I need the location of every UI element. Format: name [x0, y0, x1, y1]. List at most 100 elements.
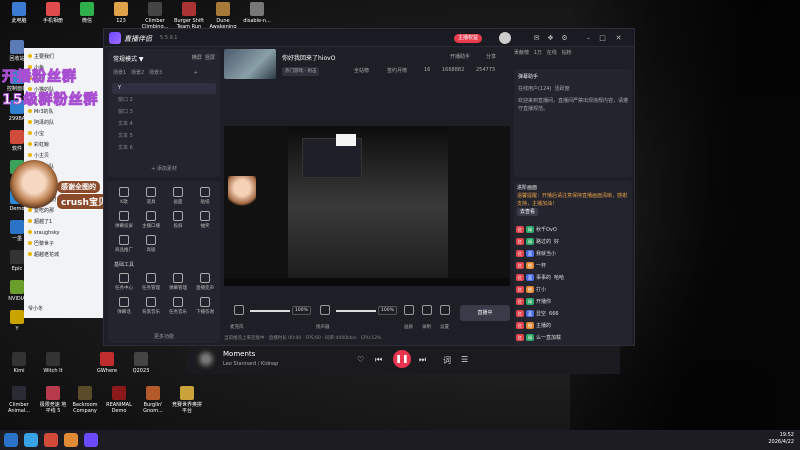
chat-message[interactable]: 红蓝事事的 哈哈	[516, 273, 632, 283]
tab-10k[interactable]: 1万	[534, 50, 542, 56]
like-icon[interactable]: ♡	[357, 355, 364, 364]
group-list-item[interactable]: sraughsky	[28, 228, 104, 238]
group-list-item[interactable]: 小主贝	[28, 151, 104, 161]
chat-username[interactable]: 一杯	[536, 263, 546, 269]
group-list-item[interactable]: 小宝	[28, 129, 104, 139]
desktop-icon[interactable]: Climber Climbing...	[140, 2, 170, 30]
mode-selector[interactable]: 常规模式 ▼	[113, 54, 144, 63]
tool-button[interactable]: 投屏	[166, 211, 190, 229]
prev-icon[interactable]: ⏮	[375, 355, 382, 365]
tool-button[interactable]: 画面	[166, 187, 190, 205]
maximize-icon[interactable]: □	[598, 34, 607, 42]
desktop-icon[interactable]: Climber Animal...	[4, 386, 34, 414]
chat-username[interactable]: 打小	[536, 287, 546, 293]
chat-message[interactable]: 红蓝我就当小	[516, 249, 632, 259]
desktop-icon[interactable]: Kimi	[4, 352, 34, 374]
group-list-item[interactable]: 超越老花城	[28, 250, 104, 260]
tool-button[interactable]: 弹幕投屏	[112, 211, 136, 229]
chat-username[interactable]: 主播的	[536, 323, 551, 329]
chat-message[interactable]: 红绿路过的好	[516, 237, 632, 247]
speaker-icon[interactable]	[320, 305, 330, 315]
close-icon[interactable]: ✕	[614, 34, 623, 42]
browser-icon[interactable]	[24, 433, 38, 447]
settings-small-icon[interactable]	[440, 305, 450, 315]
scene-item[interactable]: 窗口 3	[112, 107, 216, 118]
desktop-icon[interactable]: Dune Awakening	[208, 2, 238, 30]
desktop-icon[interactable]: 手机相册	[38, 2, 68, 24]
add-scene-icon[interactable]: +	[194, 70, 198, 76]
scene-tabs[interactable]: 场景1 场景2 场景3 +	[113, 69, 198, 76]
start-icon[interactable]	[4, 433, 18, 447]
desktop-icon[interactable]: 123	[106, 2, 136, 24]
go-live-button[interactable]: 直播中	[460, 305, 510, 321]
tab-online[interactable]: 在线	[547, 50, 557, 56]
chat-message[interactable]: 红蓝显空 666	[516, 309, 632, 319]
chat-message[interactable]: 红橙一杯	[516, 261, 632, 271]
tool-button[interactable]: 直播变声	[193, 273, 217, 291]
record-icon[interactable]	[422, 305, 432, 315]
group-list-item[interactable]: 主要我们	[28, 52, 104, 62]
chat-username[interactable]: 事事的	[536, 275, 551, 281]
mic-icon[interactable]	[234, 305, 244, 315]
desktop-icon[interactable]: Q2023	[126, 352, 156, 374]
playlist-icon[interactable]: ☰	[461, 355, 468, 364]
desktop-icon[interactable]: REANIMAL Demo	[104, 386, 134, 414]
scene-item[interactable]: 窗口 2	[112, 95, 216, 106]
tool-button[interactable]: 弹幕管理	[166, 273, 190, 291]
tab-scene-2[interactable]: 场景2	[131, 70, 144, 76]
helper-link[interactable]: 开播助手	[450, 53, 470, 60]
desktop-icon[interactable]: GWhere	[92, 352, 122, 374]
stream-preview[interactable]	[224, 126, 510, 286]
scene-item[interactable]: 文本 5	[112, 131, 216, 142]
scene-item[interactable]: Y	[112, 83, 216, 94]
room-title[interactable]: 你好我回来了hiovO	[282, 53, 335, 62]
tool-button[interactable]: 任务音乐	[166, 297, 190, 315]
user-avatar[interactable]	[499, 32, 511, 44]
minimize-icon[interactable]: –	[584, 34, 593, 42]
chat-message[interactable]: 红橙打小	[516, 285, 632, 295]
app-icon-1[interactable]	[44, 433, 58, 447]
app-icon-2[interactable]	[64, 433, 78, 447]
desktop-icon[interactable]: Burglin' Gnom...	[138, 386, 168, 414]
group-list-item[interactable]: 超越了1	[28, 217, 104, 227]
desktop-icon[interactable]: Witch It	[38, 352, 68, 374]
tool-button[interactable]: 弹幕话	[112, 297, 136, 315]
group-list-item[interactable]: 彩虹鲸	[28, 140, 104, 150]
more-functions-button[interactable]: 更多功能	[108, 333, 220, 340]
desktop-icon[interactable]: 微信	[72, 2, 102, 24]
chat-message[interactable]: 红绿开播你	[516, 297, 632, 307]
tab-diamond[interactable]: 钻粉	[562, 50, 572, 56]
scene-item[interactable]: 文本 4	[112, 119, 216, 130]
right-tabs[interactable]: 贡献榜 1万 在线 钻粉	[514, 49, 634, 61]
chat-message[interactable]: 红绿么一直加载	[516, 333, 632, 343]
chat-username[interactable]: 开播你	[536, 299, 551, 305]
goto-button[interactable]: 去查看	[517, 208, 539, 216]
clock[interactable]: 19:52 2026/4/22	[768, 432, 794, 446]
chat-panel[interactable]: 进阶画面 温馨提醒：开播后请注意保持直播画面清晰，感谢支持，主播加油！ 去查看 …	[514, 181, 632, 345]
desktop-icon[interactable]: disable-n...	[242, 2, 272, 24]
desktop-icon[interactable]: 此电脑	[4, 2, 34, 24]
tool-button[interactable]: 任务管理	[139, 273, 163, 291]
chat-username[interactable]: 显空	[536, 311, 546, 317]
online-users[interactable]: 在线用户(124) 活跃度	[518, 85, 628, 93]
tab-scene-1[interactable]: 场景1	[113, 70, 126, 76]
tab-landscape[interactable]: 横屏	[192, 55, 202, 61]
chat-message[interactable]: 红绿秋千OvO	[516, 225, 632, 235]
lyrics-icon[interactable]: 词	[443, 355, 451, 366]
tab-portrait[interactable]: 竖屏	[205, 55, 215, 61]
quality-icon[interactable]	[404, 305, 414, 315]
chat-username[interactable]: 我就当小	[536, 251, 556, 257]
music-player[interactable]: Moments Leo Stannard / Kidnap ♡ ⏮ ❚❚ ⏭ 词…	[187, 346, 620, 374]
add-material-button[interactable]: + 添加素材	[108, 165, 220, 172]
tool-button[interactable]: 商品推广	[112, 235, 136, 253]
desktop-icon[interactable]: 竞赛世界奥拼平台	[172, 386, 202, 414]
app-icon-3[interactable]	[84, 433, 98, 447]
room-category[interactable]: 热门游戏 - 射击	[282, 67, 320, 76]
scene-item[interactable]: 文本 6	[112, 143, 216, 154]
tool-button[interactable]: 下播答谢	[193, 297, 217, 315]
room-cover[interactable]	[224, 49, 276, 79]
desktop-icon[interactable]: 极限竞速 地平线 5	[38, 386, 68, 414]
speaker-slider[interactable]	[336, 310, 376, 312]
group-list-item[interactable]: 阿泽的队	[28, 118, 104, 128]
orientation-tabs[interactable]: 横屏 竖屏	[192, 54, 215, 61]
